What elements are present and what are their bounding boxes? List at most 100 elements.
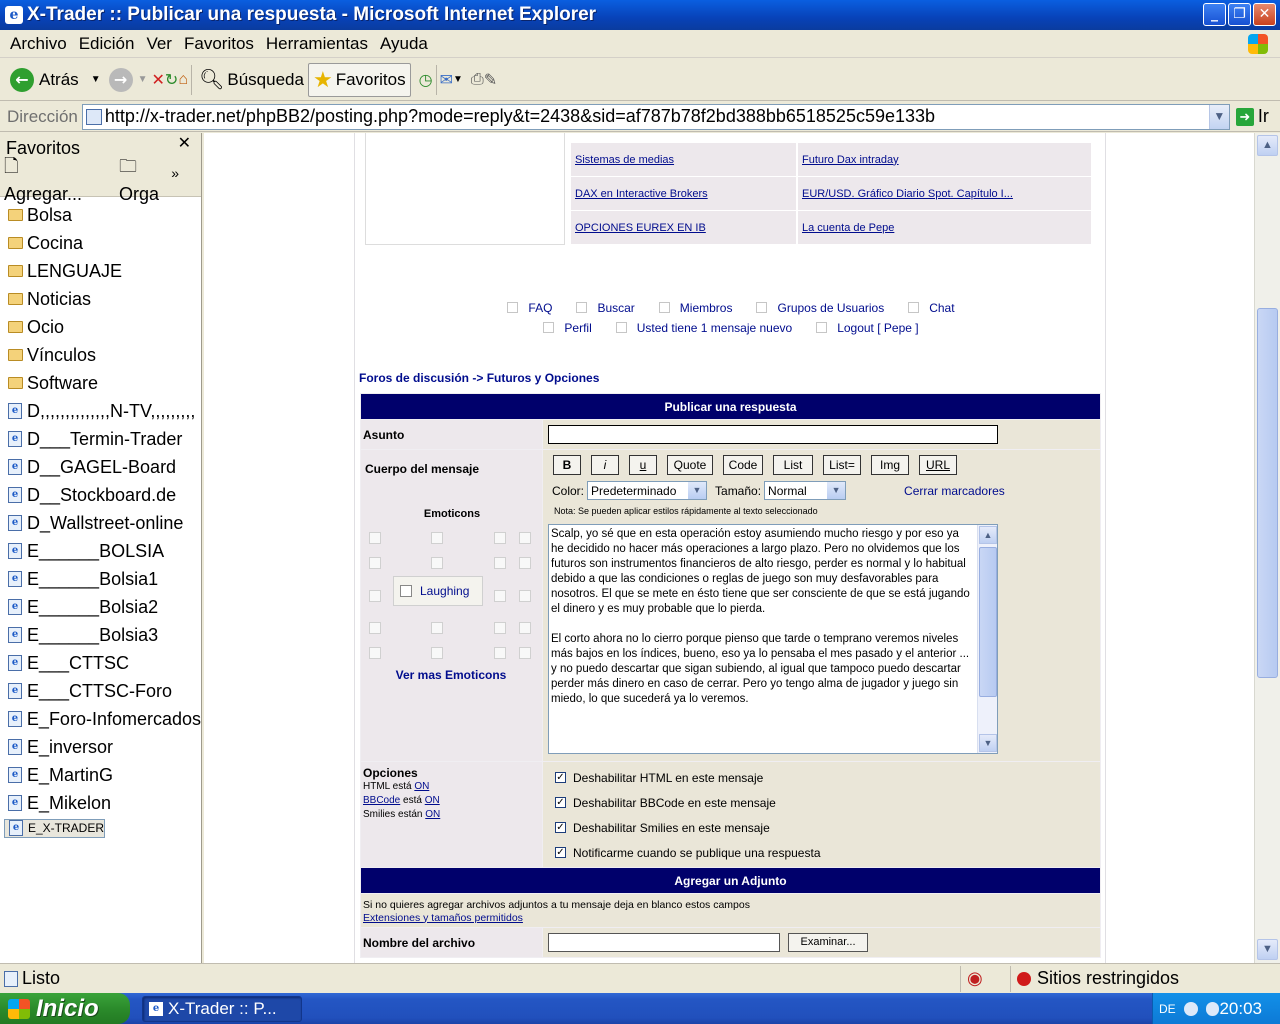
address-input[interactable]: http://x-trader.net/phpBB2/posting.php?m… <box>81 103 1230 130</box>
emoticon-icon[interactable] <box>431 647 443 659</box>
favorite-link[interactable]: e E_Mikelon <box>0 789 201 817</box>
search-button[interactable]: 🔍︎ Búsqueda <box>195 63 308 97</box>
taskbar-item-ie[interactable]: e X-Trader :: P... <box>142 995 302 1022</box>
favorite-link[interactable]: e E_Foro-Infomercados <box>0 705 201 733</box>
favorite-folder[interactable]: Noticias <box>0 285 201 313</box>
back-button[interactable]: ← Atrás ▼ <box>6 63 105 97</box>
emoticon-icon[interactable] <box>369 590 381 602</box>
favorite-link[interactable]: e D__GAGEL-Board <box>0 453 201 481</box>
bbcode-button-quote[interactable]: Quote <box>667 455 713 475</box>
stop-icon[interactable]: ✕ <box>152 70 165 90</box>
nav-link[interactable]: Perfil <box>537 321 597 335</box>
bbcode-button-url[interactable]: URL <box>919 455 957 475</box>
emoticon-icon[interactable] <box>519 647 531 659</box>
emoticon-icon[interactable] <box>519 557 531 569</box>
favorite-link[interactable]: e E___CTTSC-Foro <box>0 677 201 705</box>
organize-favorites-button[interactable]: 🗀︎ Orga <box>119 154 191 205</box>
scroll-thumb[interactable] <box>979 547 997 697</box>
back-dropdown-icon[interactable]: ▼ <box>91 74 101 85</box>
close-button[interactable]: ✕ <box>1253 3 1276 26</box>
favorite-folder[interactable]: Bolsa <box>0 201 201 229</box>
menu-favoritos[interactable]: Favoritos <box>178 34 260 54</box>
bbcode-button-code[interactable]: Code <box>723 455 763 475</box>
scroll-thumb[interactable] <box>1257 308 1278 678</box>
close-tags-link[interactable]: Cerrar marcadores <box>904 484 1005 498</box>
subject-input[interactable] <box>548 425 998 444</box>
favorite-link[interactable]: e E______Bolsia1 <box>0 565 201 593</box>
minimize-button[interactable]: _ <box>1203 3 1226 26</box>
option-checkbox[interactable]: ✓ Deshabilitar BBCode en este mensaje <box>555 790 1100 815</box>
option-checkbox[interactable]: ✓ Deshabilitar HTML en este mensaje <box>555 765 1100 790</box>
print-icon[interactable]: ⎙ <box>471 71 484 89</box>
favorite-link[interactable]: e E______Bolsia2 <box>0 593 201 621</box>
favorite-link[interactable]: e E_inversor <box>0 733 201 761</box>
favorite-link[interactable]: e E______BOLSIA <box>0 537 201 565</box>
favorite-link[interactable]: e D_Wallstreet-online <box>0 509 201 537</box>
maximize-button[interactable]: ❐ <box>1228 3 1251 26</box>
language-indicator[interactable]: DE <box>1159 1002 1176 1016</box>
add-favorite-button[interactable]: 🗋︎ Agregar... <box>4 154 109 205</box>
bbcode-button-u[interactable]: u <box>629 455 657 475</box>
emoticon-icon[interactable] <box>494 622 506 634</box>
favorite-link[interactable]: e E___CTTSC <box>0 649 201 677</box>
size-select[interactable]: Normal ▼ <box>764 481 847 500</box>
color-select[interactable]: Predeterminado ▼ <box>587 481 708 500</box>
favorites-button[interactable]: ★ Favoritos <box>307 62 411 97</box>
edit-icon[interactable]: ✎ <box>484 70 497 90</box>
favorite-link[interactable]: e D,,,,,,,,,,,,,,N-TV,,,,,,,,, <box>0 397 201 425</box>
emoticon-icon[interactable] <box>494 590 506 602</box>
bbcode-button-b[interactable]: B <box>553 455 581 475</box>
emoticon-icon[interactable] <box>494 557 506 569</box>
nav-link[interactable]: Miembros <box>653 301 739 315</box>
network-icon[interactable] <box>1205 1001 1220 1016</box>
scroll-up-icon[interactable]: ▲ <box>1257 135 1278 156</box>
checkbox-checked-icon[interactable]: ✓ <box>555 847 566 858</box>
favorite-folder[interactable]: Ocio <box>0 313 201 341</box>
go-button[interactable]: ➜ Ir <box>1235 106 1269 127</box>
scroll-up-icon[interactable]: ▲ <box>979 526 997 544</box>
emoticon-icon[interactable] <box>369 532 381 544</box>
favorite-link[interactable]: e E_MartinG <box>0 761 201 789</box>
emoticon-icon[interactable] <box>431 532 443 544</box>
forward-button[interactable]: → ▼ <box>105 63 152 97</box>
menu-ver[interactable]: Ver <box>140 34 178 54</box>
start-button[interactable]: Inicio <box>0 993 130 1024</box>
option-checkbox[interactable]: ✓ Notificarme cuando se publique una resp… <box>555 840 1100 865</box>
emoticon-icon[interactable] <box>519 590 531 602</box>
more-chevron-icon[interactable]: » <box>171 165 179 181</box>
bbcode-button-img[interactable]: Img <box>871 455 909 475</box>
nav-link[interactable]: Usted tiene 1 mensaje nuevo <box>610 321 798 335</box>
bbcode-on-link[interactable]: ON <box>425 795 440 806</box>
tray-arrow-icon[interactable] <box>1183 1001 1198 1016</box>
mail-icon[interactable]: ✉ <box>440 70 453 90</box>
message-textarea[interactable]: Scalp, yo sé que en esta operación estoy… <box>548 524 998 754</box>
checkbox-checked-icon[interactable]: ✓ <box>555 797 566 808</box>
emoticon-icon[interactable] <box>369 622 381 634</box>
smilies-on-link[interactable]: ON <box>425 809 440 820</box>
checkbox-checked-icon[interactable]: ✓ <box>555 772 566 783</box>
emoticon-icon[interactable] <box>494 532 506 544</box>
option-checkbox[interactable]: ✓ Deshabilitar Smilies en este mensaje <box>555 815 1100 840</box>
topic-link[interactable]: Sistemas de medias <box>575 154 674 166</box>
more-emoticons-link[interactable]: Ver mas Emoticons <box>361 668 541 682</box>
textarea-scrollbar[interactable]: ▲ ▼ <box>977 525 997 753</box>
emoticon-icon[interactable] <box>431 557 443 569</box>
forward-dropdown-icon[interactable]: ▼ <box>138 74 148 85</box>
bbcode-button-i[interactable]: i <box>591 455 619 475</box>
home-icon[interactable]: ⌂ <box>178 71 188 89</box>
favorite-folder[interactable]: LENGUAJE <box>0 257 201 285</box>
nav-link[interactable]: Grupos de Usuarios <box>750 301 890 315</box>
nav-link[interactable]: Chat <box>902 301 960 315</box>
emoticon-icon[interactable] <box>369 647 381 659</box>
emoticon-icon[interactable] <box>494 647 506 659</box>
close-pane-icon[interactable]: ✕ <box>178 133 191 152</box>
nav-link[interactable]: FAQ <box>501 301 558 315</box>
menu-edicion[interactable]: Edición <box>73 34 141 54</box>
favorite-link[interactable]: e E______Bolsia3 <box>0 621 201 649</box>
favorite-link[interactable]: e D__Stockboard.de <box>0 481 201 509</box>
menu-herramientas[interactable]: Herramientas <box>260 34 374 54</box>
topic-link[interactable]: DAX en Interactive Brokers <box>575 188 708 200</box>
checkbox-checked-icon[interactable]: ✓ <box>555 822 566 833</box>
history-icon[interactable]: ◷ <box>419 70 433 90</box>
favorite-folder[interactable]: Software <box>0 369 201 397</box>
